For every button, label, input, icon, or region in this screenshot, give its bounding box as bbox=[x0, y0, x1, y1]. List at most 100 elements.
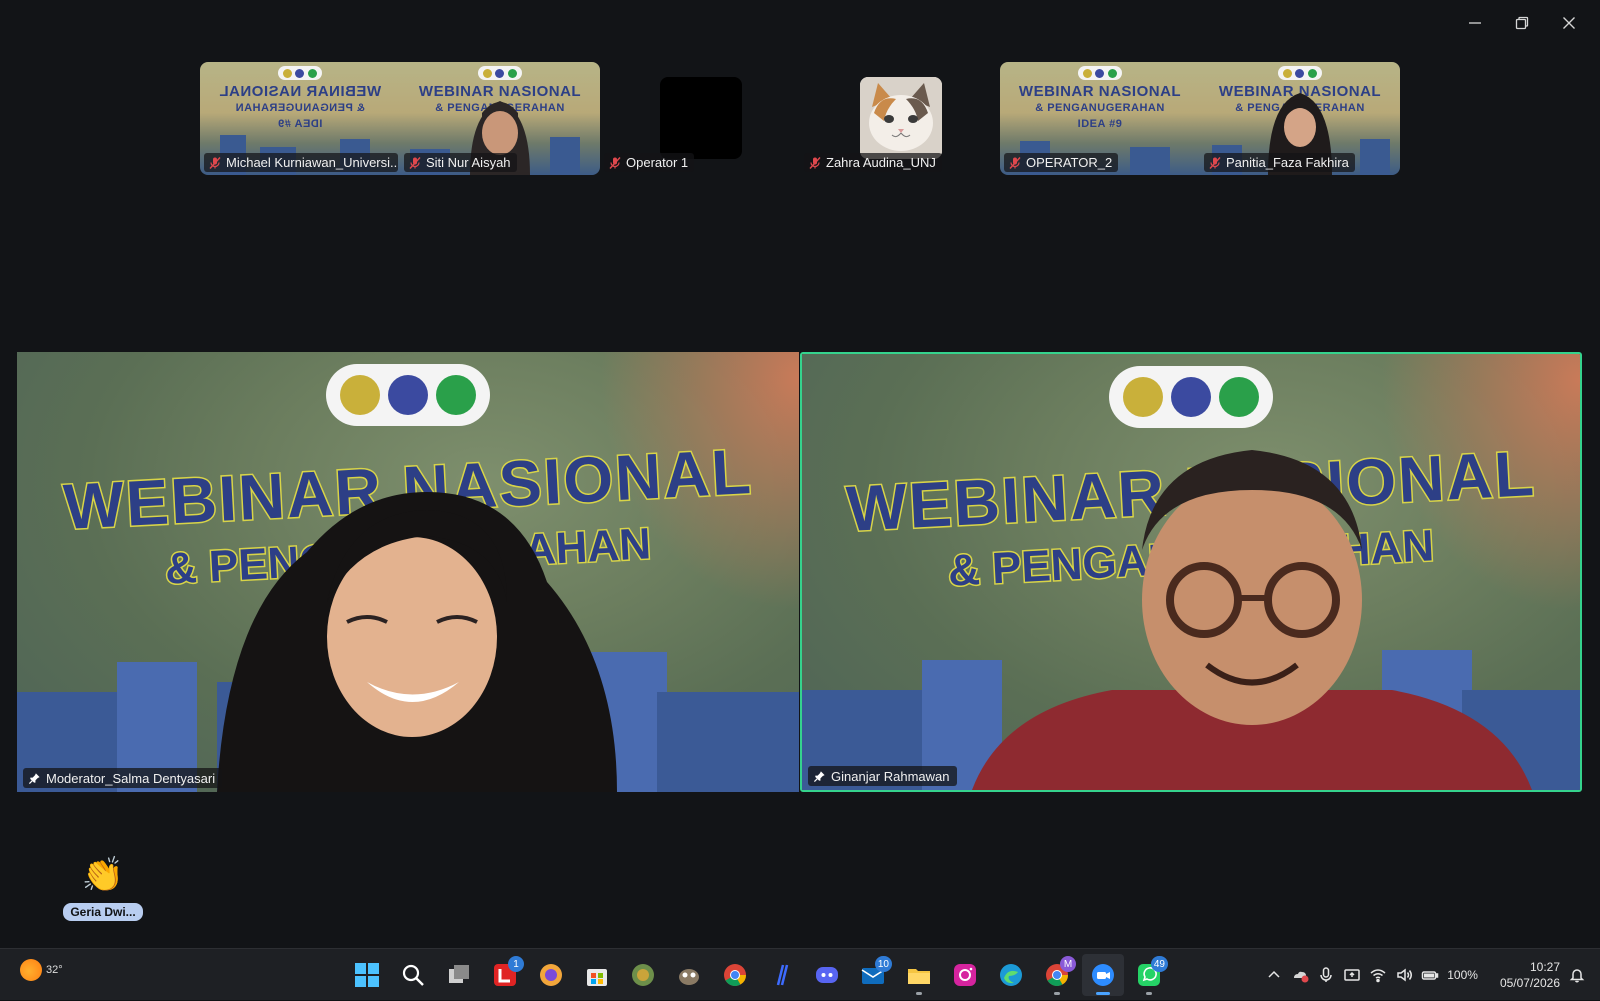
task-view-button[interactable] bbox=[438, 954, 480, 996]
store-icon bbox=[587, 969, 607, 986]
chevron-up-icon[interactable] bbox=[1265, 966, 1283, 984]
discord-icon bbox=[816, 967, 838, 983]
participant-name-tag: Michael Kurniawan_Universi... bbox=[204, 153, 398, 172]
onedrive-error-icon[interactable] bbox=[1291, 966, 1309, 984]
participant-tile[interactable]: WEBINAR NASIONAL& PENGANUGERAHAN Siti Nu… bbox=[400, 62, 600, 175]
profile-picture bbox=[860, 77, 942, 159]
weather-temperature: 32° bbox=[46, 964, 63, 976]
start-button[interactable] bbox=[346, 954, 388, 996]
notification-bell-icon[interactable] bbox=[1568, 966, 1586, 984]
screen-share-icon[interactable] bbox=[1343, 966, 1361, 984]
reaction-sender: Geria Dwi... bbox=[63, 903, 143, 921]
battery-percentage: 100% bbox=[1447, 968, 1478, 982]
participant-name-tag: Moderator_Salma Dentyasari bbox=[23, 768, 223, 788]
mic-muted-icon bbox=[1009, 156, 1021, 169]
participant-name-tag: Panitia_Faza Fakhira bbox=[1204, 153, 1355, 172]
taskbar-app-chrome-profile[interactable]: M bbox=[1036, 954, 1078, 996]
instagram-icon bbox=[954, 964, 976, 986]
participant-name-tag: Zahra Audina_UNJ bbox=[804, 153, 942, 172]
taskbar-app-whatsapp[interactable]: 49 bbox=[1128, 954, 1170, 996]
banner-logos bbox=[1278, 66, 1322, 80]
wifi-icon[interactable] bbox=[1369, 966, 1387, 984]
banner-logos bbox=[1078, 66, 1122, 80]
participant-name-tag: Siti Nur Aisyah bbox=[404, 153, 517, 172]
notification-badge: 49 bbox=[1150, 956, 1168, 972]
taskbar-app-chrome[interactable] bbox=[714, 954, 756, 996]
taskbar-app-store[interactable] bbox=[576, 954, 618, 996]
banner-logos bbox=[478, 66, 522, 80]
notification-badge: 10 bbox=[874, 956, 892, 972]
taskbar-app-zoom[interactable] bbox=[1082, 954, 1124, 996]
spotlight-video-tile-active-speaker[interactable]: WEBINAR NASIONAL & PENGANUGERAHAN Ginanj… bbox=[800, 352, 1582, 792]
windows-taskbar: 32° 1 10 M 49 100% 10:27 05/07/2026 bbox=[0, 948, 1600, 1000]
taskbar-app-edge[interactable] bbox=[990, 954, 1032, 996]
participant-name-tag: Operator 1 bbox=[604, 153, 695, 172]
banner-title: WEBINAR NASIONAL & PENGANUGERAHAN IDEA #9 bbox=[1018, 83, 1182, 131]
taskbar-app-editor[interactable] bbox=[760, 954, 802, 996]
reaction-notification: 👏 Geria Dwi... bbox=[62, 855, 144, 921]
minimize-icon bbox=[1468, 22, 1481, 24]
chrome-icon bbox=[724, 964, 746, 986]
search-icon bbox=[402, 964, 424, 986]
participant-tile[interactable]: Zahra Audina_UNJ bbox=[800, 62, 1000, 175]
banner-logos bbox=[326, 364, 490, 426]
mic-muted-icon bbox=[809, 156, 821, 169]
banner-title: WEBINAR NASIONAL & PENGANUGERAHAN IDEA #9 bbox=[218, 83, 382, 130]
taskbar-app-discord[interactable] bbox=[806, 954, 848, 996]
participant-video bbox=[972, 450, 1532, 790]
taskbar-apps: 1 10 M 49 bbox=[346, 954, 1170, 996]
folder-icon bbox=[908, 969, 930, 984]
banner-logos bbox=[278, 66, 322, 80]
restore-button[interactable] bbox=[1498, 8, 1545, 38]
pin-icon bbox=[813, 770, 825, 782]
minimize-button[interactable] bbox=[1451, 8, 1498, 38]
participant-tile[interactable]: WEBINAR NASIONAL & PENGANUGERAHAN IDEA #9 … bbox=[200, 62, 400, 175]
spotlight-video-tile[interactable]: WEBINAR NASIONAL & PENGANUGERAHAN Modera… bbox=[17, 352, 799, 792]
search-button[interactable] bbox=[392, 954, 434, 996]
camera-off-placeholder bbox=[660, 77, 742, 159]
task-view-icon bbox=[449, 965, 469, 983]
taskbar-app-lark[interactable]: 1 bbox=[484, 954, 526, 996]
weather-widget[interactable]: 32° bbox=[20, 959, 63, 981]
close-button[interactable] bbox=[1545, 8, 1592, 38]
mic-muted-icon bbox=[409, 156, 421, 169]
participant-name-tag: OPERATOR_2 bbox=[1004, 153, 1119, 172]
weather-sun-icon bbox=[20, 959, 42, 981]
participant-name-tag: Ginanjar Rahmawan bbox=[808, 766, 957, 786]
close-icon bbox=[1562, 17, 1575, 29]
system-tray: 100% 10:27 05/07/2026 bbox=[1265, 949, 1600, 1001]
taskbar-app-brave[interactable] bbox=[530, 954, 572, 996]
microphone-icon[interactable] bbox=[1317, 966, 1335, 984]
participant-gallery: WEBINAR NASIONAL & PENGANUGERAHAN IDEA #9 … bbox=[200, 62, 1400, 175]
zoom-icon bbox=[1092, 964, 1114, 986]
restore-icon bbox=[1515, 16, 1528, 30]
participant-tile[interactable]: WEBINAR NASIONAL & PENGANUGERAHAN IDEA #9 … bbox=[1000, 62, 1200, 175]
profile-badge: M bbox=[1060, 956, 1076, 972]
taskbar-app-gimp[interactable] bbox=[668, 954, 710, 996]
clock[interactable]: 10:27 05/07/2026 bbox=[1500, 959, 1560, 991]
participant-video bbox=[217, 492, 617, 792]
browser-icon bbox=[540, 964, 562, 986]
taskbar-app-game[interactable] bbox=[622, 954, 664, 996]
participant-tile[interactable]: Operator 1 bbox=[600, 62, 800, 175]
taskbar-app-instagram[interactable] bbox=[944, 954, 986, 996]
taskbar-app-outlook[interactable]: 10 bbox=[852, 954, 894, 996]
edge-icon bbox=[1000, 964, 1022, 986]
zoom-meeting-window: WEBINAR NASIONAL & PENGANUGERAHAN IDEA #9 … bbox=[0, 0, 1600, 948]
mic-muted-icon bbox=[209, 156, 221, 169]
mic-muted-icon bbox=[609, 156, 621, 169]
clock-time: 10:27 bbox=[1529, 960, 1560, 974]
participant-tile[interactable]: WEBINAR NASIONAL& PENGANUGERAHAN Panitia… bbox=[1200, 62, 1400, 175]
battery-icon[interactable] bbox=[1421, 966, 1439, 984]
notification-badge: 1 bbox=[508, 956, 524, 972]
pin-icon bbox=[28, 772, 40, 784]
clapping-hands-icon: 👏 bbox=[81, 856, 125, 894]
window-controls bbox=[1451, 8, 1592, 38]
clock-date: 05/07/2026 bbox=[1499, 976, 1560, 990]
mic-muted-icon bbox=[1209, 156, 1221, 169]
gimp-icon bbox=[679, 969, 699, 985]
taskbar-app-file-explorer[interactable] bbox=[898, 954, 940, 996]
game-icon bbox=[632, 964, 654, 986]
cat-avatar-icon bbox=[860, 77, 942, 159]
speaker-icon[interactable] bbox=[1395, 966, 1413, 984]
